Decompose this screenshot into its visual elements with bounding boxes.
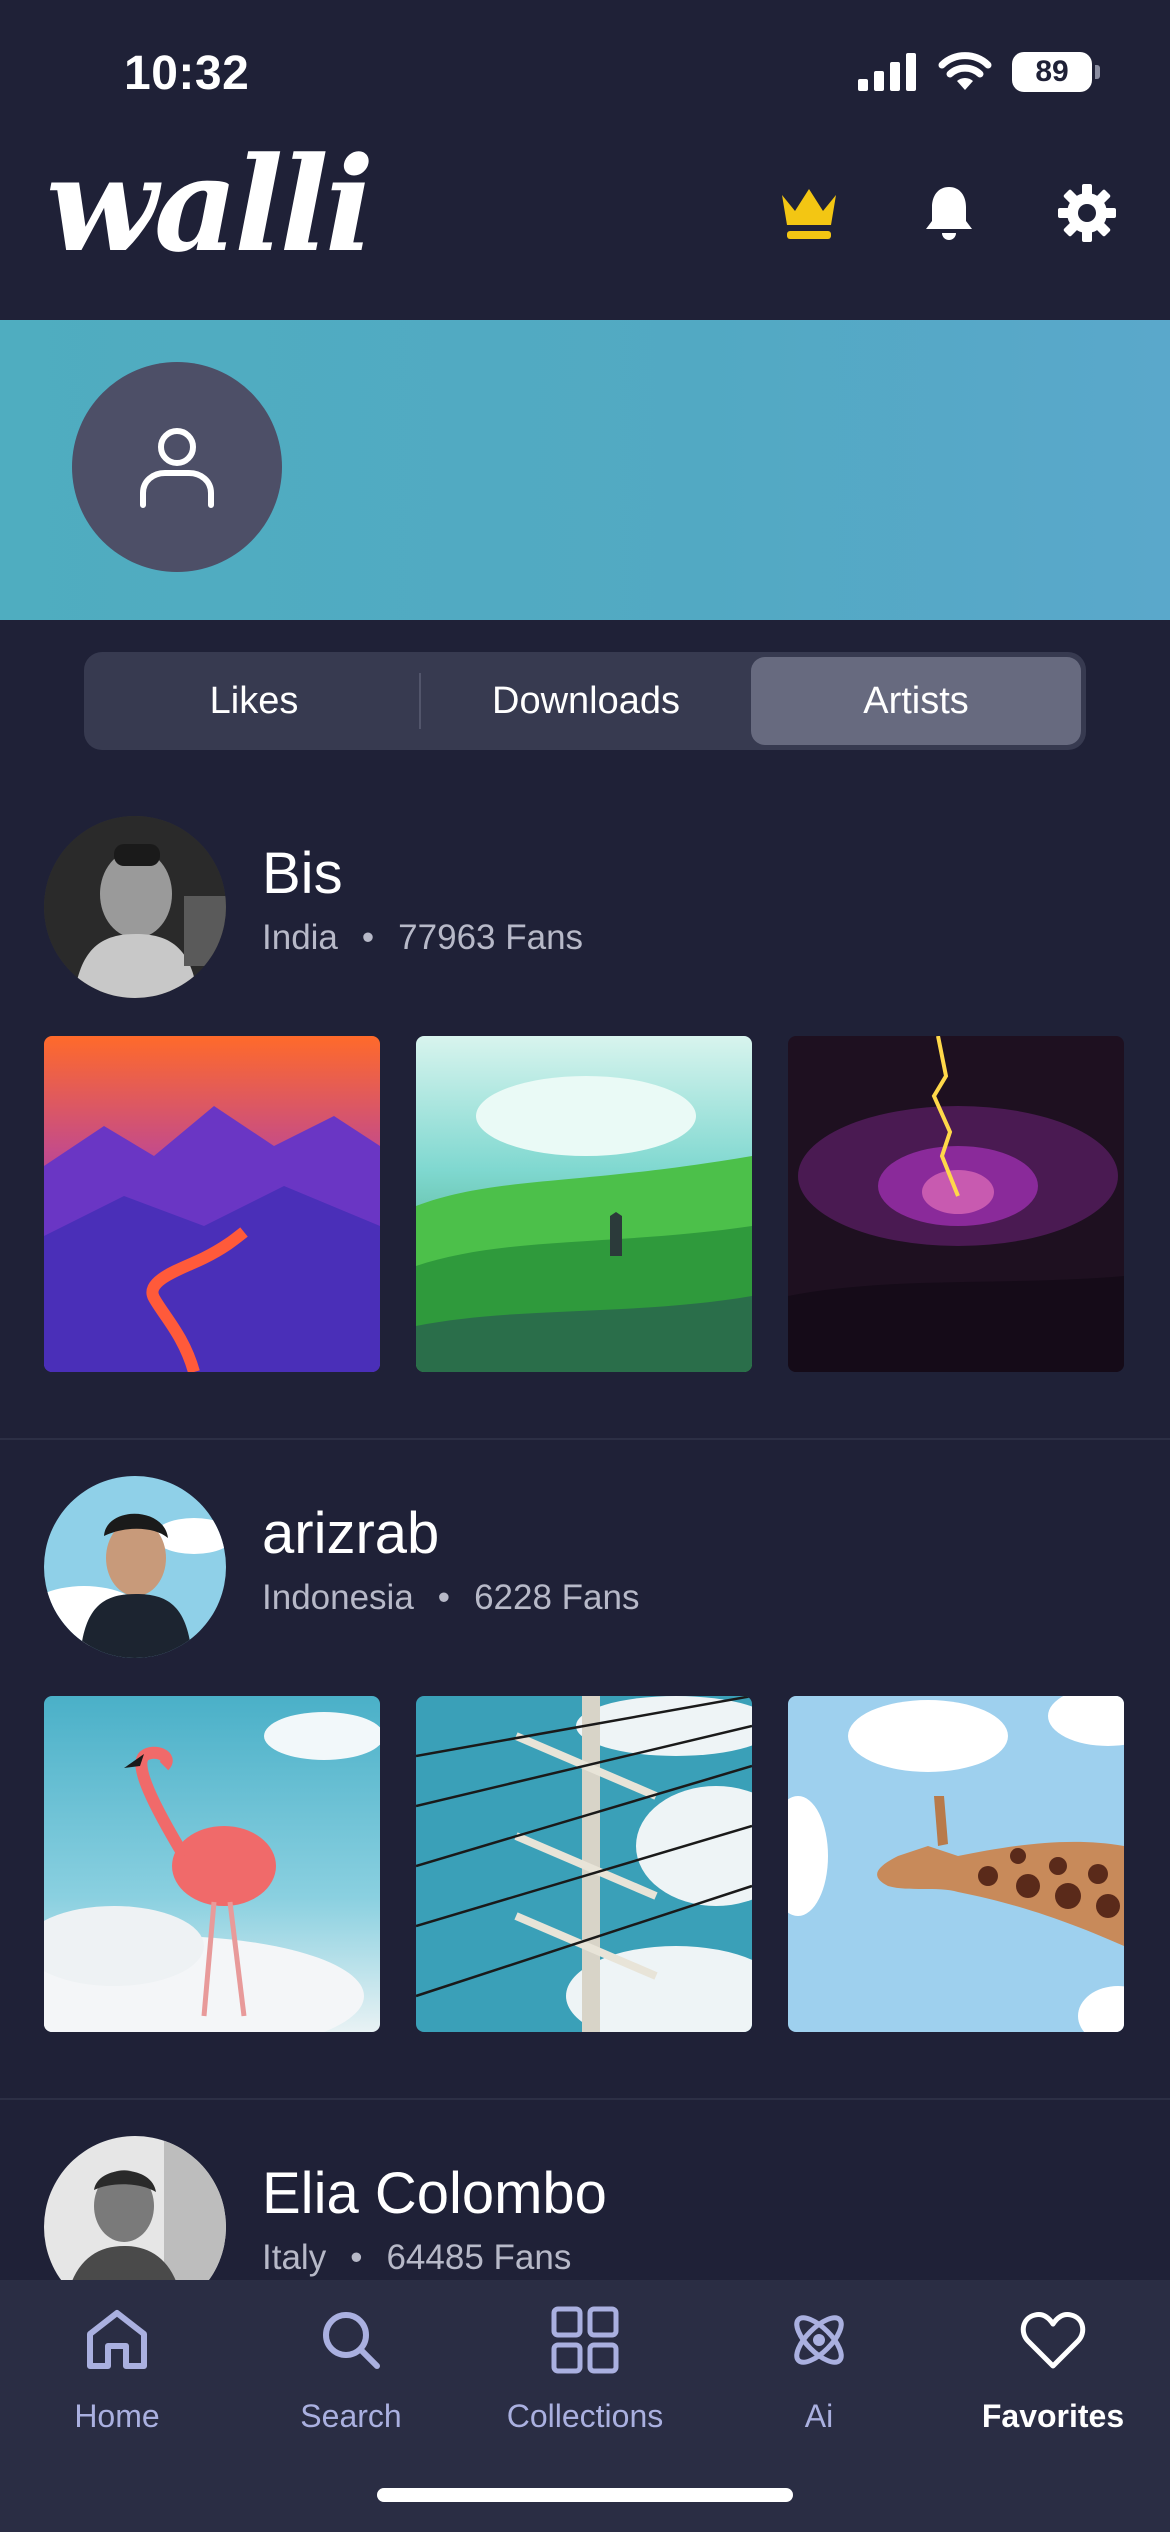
tab-label: Home xyxy=(74,2398,160,2434)
artist-country: Italy xyxy=(262,2238,327,2277)
meta-separator: • xyxy=(361,918,375,957)
section-divider xyxy=(0,1438,1170,1440)
home-icon xyxy=(77,2300,157,2380)
wallpaper-thumbnail[interactable] xyxy=(44,1696,380,2032)
artist-fans: 6228 Fans xyxy=(474,1578,640,1617)
tab-label: Collections xyxy=(506,2398,664,2434)
wallpaper-thumbnail[interactable] xyxy=(788,1036,1124,1372)
artist-fans: 64485 Fans xyxy=(386,2238,572,2277)
meta-separator: • xyxy=(437,1578,451,1617)
tab-label: Favorites xyxy=(981,2398,1125,2434)
meta-separator: • xyxy=(350,2238,363,2277)
tab-label: Search xyxy=(300,2398,402,2434)
tab-likes[interactable]: Likes xyxy=(89,657,419,745)
artist-meta: Italy • 64485 Fans xyxy=(262,2238,571,2278)
profile-banner xyxy=(0,320,1170,620)
tab-search[interactable]: Search xyxy=(234,2300,468,2460)
crown-icon[interactable] xyxy=(774,178,844,248)
atom-icon xyxy=(779,2300,859,2380)
artist-avatar[interactable] xyxy=(44,1476,226,1658)
grid-icon xyxy=(545,2300,625,2380)
artist-country: India xyxy=(262,918,338,957)
signal-icon xyxy=(858,53,916,91)
artist-name[interactable]: Elia Colombo xyxy=(262,2160,607,2227)
status-icons: 89 xyxy=(858,52,1100,92)
tab-label: Ai xyxy=(804,2398,834,2434)
artist-meta: Indonesia • 6228 Fans xyxy=(262,1578,639,1618)
artist-fans: 77963 Fans xyxy=(398,918,584,957)
artist-name[interactable]: arizrab xyxy=(262,1500,439,1567)
tab-collections[interactable]: Collections xyxy=(468,2300,702,2460)
bell-icon[interactable] xyxy=(914,178,984,248)
user-icon xyxy=(140,428,214,508)
tab-home[interactable]: Home xyxy=(0,2300,234,2460)
gear-icon[interactable] xyxy=(1052,178,1122,248)
wallpaper-thumbnail[interactable] xyxy=(416,1036,752,1372)
tab-favorites[interactable]: Favorites xyxy=(936,2300,1170,2460)
artist-avatar[interactable] xyxy=(44,816,226,998)
segmented-control: Likes Downloads Artists xyxy=(84,652,1086,750)
battery-indicator: 89 xyxy=(1012,52,1100,92)
profile-avatar[interactable] xyxy=(72,362,282,572)
tab-artists[interactable]: Artists xyxy=(751,657,1081,745)
wallpaper-thumbnail[interactable] xyxy=(416,1696,752,2032)
artist-meta: India • 77963 Fans xyxy=(262,918,583,958)
app-logo: walli xyxy=(46,128,374,281)
search-icon xyxy=(311,2300,391,2380)
artist-country: Indonesia xyxy=(262,1578,414,1617)
tab-ai[interactable]: Ai xyxy=(702,2300,936,2460)
artist-name[interactable]: Bis xyxy=(262,840,343,907)
wallpaper-thumbnail[interactable] xyxy=(788,1696,1124,2032)
app-header: walli xyxy=(0,128,1170,320)
wifi-icon xyxy=(938,52,992,90)
status-time: 10:32 xyxy=(124,47,250,100)
heart-icon xyxy=(1013,2300,1093,2380)
wallpaper-thumbnail[interactable] xyxy=(44,1036,380,1372)
tab-downloads[interactable]: Downloads xyxy=(421,657,751,745)
home-indicator xyxy=(377,2488,793,2502)
section-divider xyxy=(0,2098,1170,2100)
